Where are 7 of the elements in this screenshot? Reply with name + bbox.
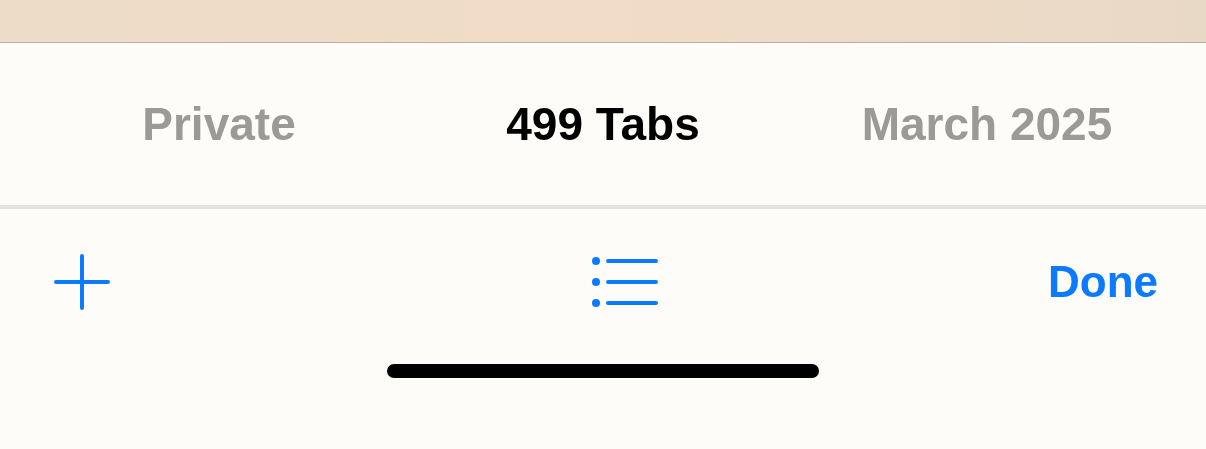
tab[interactable]: Private [27, 89, 411, 159]
add-button[interactable] [52, 252, 112, 312]
done-button[interactable]: Done [1048, 249, 1158, 315]
tab[interactable]: 499 Tabs [411, 89, 795, 159]
tab[interactable]: March 2025 [795, 89, 1179, 159]
list-icon [592, 257, 658, 307]
plus-icon [54, 254, 110, 310]
